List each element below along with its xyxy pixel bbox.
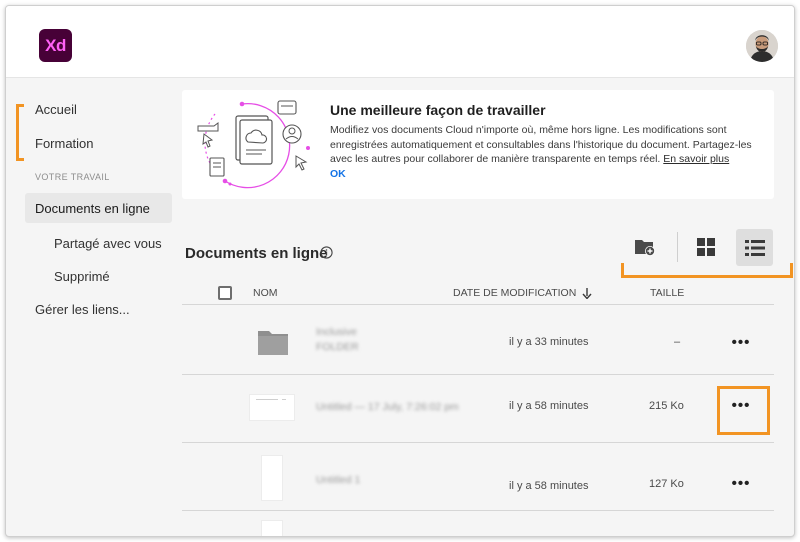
- row-divider: [182, 510, 774, 511]
- sidebar-item-shared-with-you[interactable]: Partagé avec vous: [25, 228, 172, 258]
- highlight-bracket-toolbar: [621, 263, 793, 278]
- table-header: NOM DATE DE MODIFICATION TAILLE: [182, 282, 774, 306]
- app-window: Xd Accueil Formation VOTRE TRAVAIL Docum…: [5, 5, 795, 537]
- sort-descending-icon[interactable]: [582, 288, 592, 299]
- sidebar-item-deleted[interactable]: Supprimé: [25, 261, 172, 291]
- grid-view-icon: [697, 238, 715, 256]
- table-row[interactable]: Untitled — 17 July, 7:26:02 pm il y a 58…: [182, 375, 774, 441]
- document-thumbnail: [262, 521, 282, 536]
- sidebar-section-label: VOTRE TRAVAIL: [35, 172, 110, 182]
- document-thumbnail: [262, 456, 282, 500]
- page-title: Documents en ligne: [185, 245, 328, 262]
- folder-icon: [258, 331, 288, 355]
- sidebar-item-manage-links[interactable]: Gérer les liens...: [25, 294, 172, 324]
- highlight-box-more-options: [717, 386, 770, 435]
- info-icon[interactable]: [320, 246, 333, 259]
- more-options-button[interactable]: •••: [730, 475, 752, 492]
- user-avatar[interactable]: [746, 30, 778, 62]
- title-bar: Xd: [6, 6, 794, 78]
- select-all-checkbox[interactable]: [218, 286, 232, 300]
- highlight-bracket-sidebar: [16, 104, 24, 161]
- banner-ok-button[interactable]: OK: [330, 168, 346, 180]
- learn-more-link[interactable]: En savoir plus: [663, 153, 729, 165]
- row-size: –: [674, 336, 681, 348]
- toolbar-divider: [677, 232, 678, 262]
- row-modified: il y a 58 minutes: [509, 480, 589, 492]
- table-row[interactable]: Untitled 1 il y a 58 minutes 127 Ko •••: [182, 443, 774, 509]
- sidebar: Accueil Formation VOTRE TRAVAIL Document…: [6, 78, 179, 536]
- banner-title: Une meilleure façon de travailler: [330, 102, 546, 118]
- banner-body: Modifiez vos documents Cloud n'importe o…: [330, 123, 770, 167]
- row-size: 127 Ko: [649, 478, 684, 490]
- sidebar-item-cloud-documents[interactable]: Documents en ligne: [25, 193, 172, 223]
- row-name[interactable]: Untitled 1: [316, 473, 376, 488]
- table-row[interactable]: Inclusive FOLDER il y a 33 minutes – •••: [182, 309, 774, 375]
- row-modified: il y a 58 minutes: [509, 400, 589, 412]
- xd-logo: Xd: [39, 29, 72, 62]
- folder-add-icon: [635, 240, 655, 256]
- list-view-button[interactable]: [736, 229, 773, 266]
- row-name[interactable]: Inclusive FOLDER: [316, 325, 396, 355]
- row-modified: il y a 33 minutes: [509, 336, 589, 348]
- new-folder-button[interactable]: [628, 230, 662, 264]
- info-banner: Une meilleure façon de travailler Modifi…: [182, 90, 774, 199]
- row-size: 215 Ko: [649, 400, 684, 412]
- header-divider: [182, 304, 774, 305]
- list-view-icon: [744, 239, 765, 256]
- more-options-button[interactable]: •••: [730, 334, 752, 351]
- sidebar-item-home[interactable]: Accueil: [25, 94, 172, 124]
- cloud-collaboration-illustration: [197, 100, 310, 189]
- column-header-size[interactable]: TAILLE: [650, 287, 684, 299]
- column-header-name[interactable]: NOM: [253, 287, 278, 299]
- avatar-icon: [746, 30, 778, 62]
- sidebar-item-learn[interactable]: Formation: [25, 128, 172, 158]
- document-thumbnail: [250, 395, 294, 420]
- column-header-modified[interactable]: DATE DE MODIFICATION: [453, 287, 576, 299]
- grid-view-button[interactable]: [689, 230, 723, 264]
- row-name[interactable]: Untitled — 17 July, 7:26:02 pm: [316, 400, 486, 415]
